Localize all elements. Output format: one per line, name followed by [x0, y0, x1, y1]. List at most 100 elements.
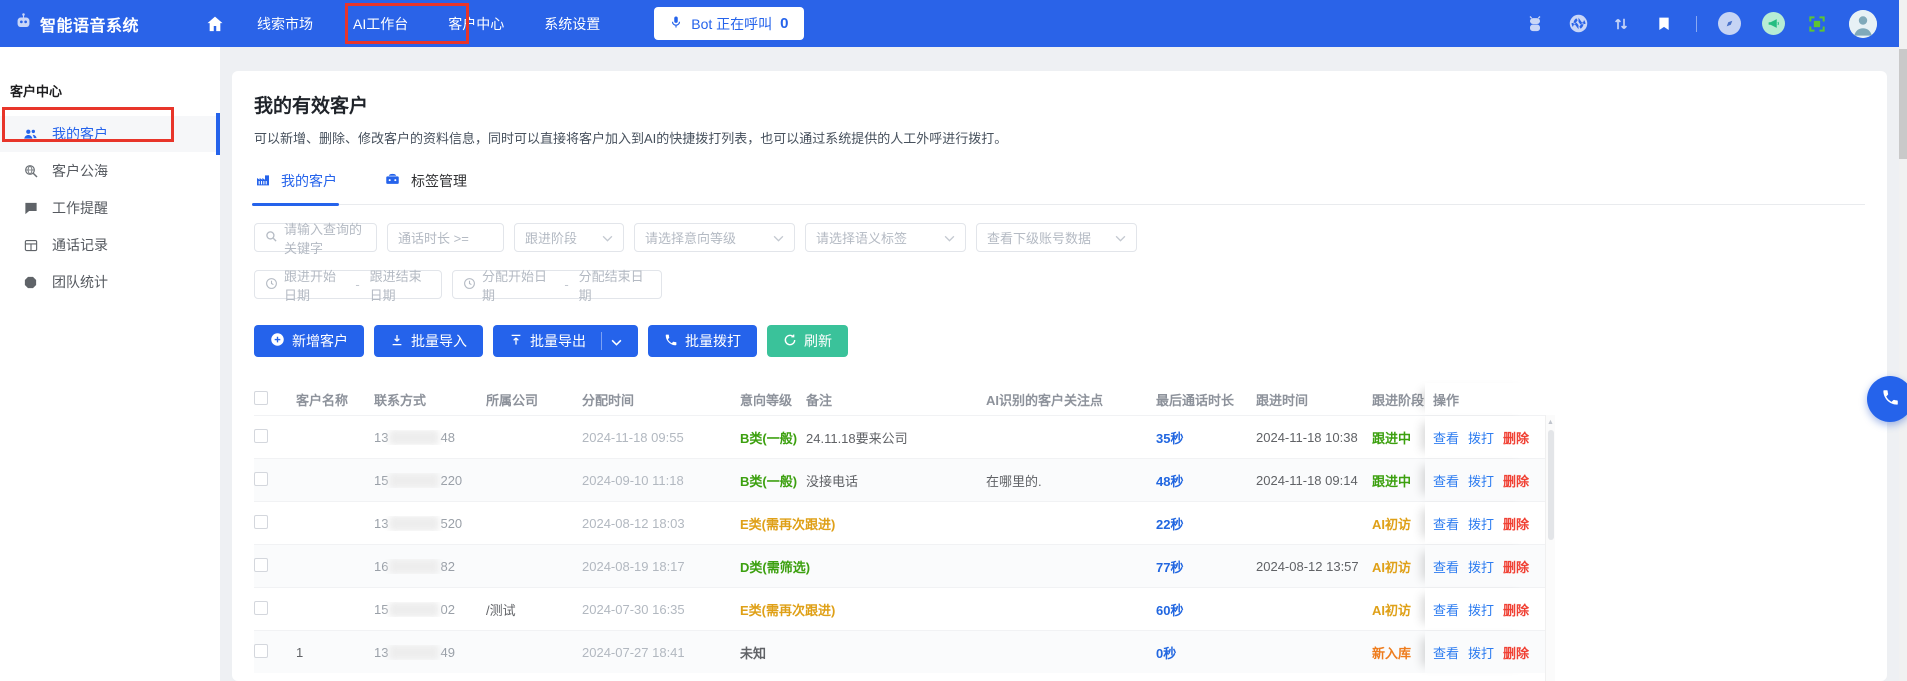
call-duration-link[interactable]: 77秒: [1156, 560, 1183, 575]
call-link[interactable]: 拨打: [1468, 514, 1494, 533]
tab-my-customers[interactable]: 我的客户: [254, 171, 337, 204]
view-link[interactable]: 查看: [1433, 600, 1459, 619]
view-link[interactable]: 查看: [1433, 428, 1459, 447]
follow-end-placeholder: 跟进结束日期: [370, 266, 431, 304]
delete-link[interactable]: 删除: [1503, 428, 1529, 447]
table-scrollbar[interactable]: ▲: [1545, 415, 1555, 681]
sidebar-header: 客户中心: [0, 47, 220, 116]
cell-note: 没接电话: [806, 471, 986, 490]
cell-follow-time: 2024-08-12 13:57: [1256, 559, 1372, 574]
sidebar-item-call-records[interactable]: 通话记录: [0, 227, 220, 263]
assign-date-range-picker[interactable]: 分配开始日期 - 分配结束日期: [452, 270, 662, 299]
robot-icon[interactable]: [1524, 13, 1546, 35]
nav-ai-workbench[interactable]: AI工作台: [333, 0, 428, 47]
user-avatar[interactable]: [1849, 10, 1877, 38]
row-checkbox[interactable]: [254, 558, 268, 572]
floating-call-button[interactable]: [1867, 376, 1907, 422]
call-duration-input[interactable]: 通话时长 >=: [387, 223, 504, 252]
semantic-tag-select[interactable]: 请选择语义标签: [805, 223, 966, 252]
cell-assigned-time: 2024-09-10 11:18: [582, 473, 740, 488]
row-checkbox[interactable]: [254, 644, 268, 658]
sidebar-item-label: 工作提醒: [52, 198, 108, 218]
intent-level-badge: B类(一般): [740, 474, 797, 489]
subaccount-data-select[interactable]: 查看下级账号数据: [976, 223, 1137, 252]
cell-name: 1: [296, 645, 374, 660]
nav-customer-center[interactable]: 客户中心: [428, 0, 524, 47]
delete-link[interactable]: 删除: [1503, 600, 1529, 619]
tab-bar: 我的客户 标签管理: [254, 171, 1865, 205]
megaphone-icon[interactable]: [1762, 12, 1785, 35]
button-divider: [601, 332, 602, 350]
view-link[interactable]: 查看: [1433, 557, 1459, 576]
compass-icon[interactable]: [1718, 12, 1741, 35]
cell-phone: 15220: [374, 473, 486, 488]
scrollbar-up-arrow[interactable]: ▲: [1546, 415, 1555, 426]
keyword-search-input[interactable]: 请输入查询的关键字: [254, 223, 377, 252]
select-all-checkbox[interactable]: [254, 391, 268, 405]
cell-phone: 1682: [374, 559, 486, 574]
delete-link[interactable]: 删除: [1503, 643, 1529, 662]
sidebar-item-work-reminder[interactable]: 工作提醒: [0, 190, 220, 226]
view-link[interactable]: 查看: [1433, 471, 1459, 490]
view-link[interactable]: 查看: [1433, 643, 1459, 662]
fullscreen-icon[interactable]: [1806, 13, 1828, 35]
follow-stage-select[interactable]: 跟进阶段: [514, 223, 624, 252]
bot-calling-button[interactable]: Bot 正在呼叫 0: [654, 7, 803, 40]
intent-level-badge: B类(一般): [740, 431, 797, 446]
call-link[interactable]: 拨打: [1468, 471, 1494, 490]
sidebar-item-team-stats[interactable]: 团队统计: [0, 264, 220, 300]
table-row: 13520 2024-08-12 18:03 E类(需再次跟进) 22秒 AI初…: [254, 501, 1545, 544]
topbar: 智能语音系统 线索市场 AI工作台 客户中心 系统设置 Bot 正在呼叫 0: [0, 0, 1907, 47]
cell-assigned-time: 2024-08-19 18:17: [582, 559, 740, 574]
nav-leads-market[interactable]: 线索市场: [237, 0, 333, 47]
content-card: 我的有效客户 可以新增、删除、修改客户的资料信息，同时可以直接将客户加入到AI的…: [232, 71, 1887, 681]
row-checkbox[interactable]: [254, 515, 268, 529]
aperture-icon[interactable]: [1567, 13, 1589, 35]
row-checkbox[interactable]: [254, 429, 268, 443]
row-checkbox[interactable]: [254, 601, 268, 615]
filter-row-1: 请输入查询的关键字 通话时长 >= 跟进阶段 请选择意向等级 请选择语义标签: [254, 223, 1865, 252]
app-logo[interactable]: 智能语音系统: [14, 12, 139, 36]
intent-level-badge: E类(需再次跟进): [740, 517, 835, 532]
view-link[interactable]: 查看: [1433, 514, 1459, 533]
chevron-down-icon[interactable]: [611, 333, 622, 349]
bookmark-icon[interactable]: [1653, 13, 1675, 35]
batch-import-button[interactable]: 批量导入: [374, 325, 483, 357]
chevron-down-icon: [1115, 230, 1126, 245]
home-icon[interactable]: [205, 14, 225, 34]
delete-link[interactable]: 删除: [1503, 514, 1529, 533]
clock-icon: [265, 277, 278, 293]
col-phone: 联系方式: [374, 390, 486, 409]
call-duration-link[interactable]: 35秒: [1156, 431, 1183, 446]
col-follow-time: 跟进时间: [1256, 390, 1372, 409]
follow-date-range-picker[interactable]: 跟进开始日期 - 跟进结束日期: [254, 270, 442, 299]
browser-scrollbar[interactable]: [1899, 0, 1907, 681]
call-duration-link[interactable]: 60秒: [1156, 603, 1183, 618]
refresh-button[interactable]: 刷新: [767, 325, 848, 357]
sidebar-item-label: 客户公海: [52, 161, 108, 181]
batch-export-button[interactable]: 批量导出: [493, 325, 638, 357]
row-checkbox[interactable]: [254, 472, 268, 486]
sort-arrows-icon[interactable]: [1610, 13, 1632, 35]
call-link[interactable]: 拨打: [1468, 600, 1494, 619]
scrollbar-thumb[interactable]: [1548, 430, 1554, 540]
sidebar-item-my-customers[interactable]: 我的客户: [0, 116, 220, 152]
call-link[interactable]: 拨打: [1468, 643, 1494, 662]
cell-assigned-time: 2024-08-12 18:03: [582, 516, 740, 531]
nav-system-settings[interactable]: 系统设置: [524, 0, 620, 47]
table-row: 1502 /测试 2024-07-30 16:35 E类(需再次跟进) 60秒 …: [254, 587, 1545, 630]
batch-call-button[interactable]: 批量拨打: [648, 325, 757, 357]
download-icon: [390, 333, 404, 350]
call-link[interactable]: 拨打: [1468, 557, 1494, 576]
call-duration-link[interactable]: 48秒: [1156, 474, 1183, 489]
tab-tag-management[interactable]: 标签管理: [383, 171, 467, 204]
call-link[interactable]: 拨打: [1468, 428, 1494, 447]
call-duration-link[interactable]: 0秒: [1156, 646, 1176, 661]
sidebar-item-public-pool[interactable]: 客户公海: [0, 153, 220, 189]
call-duration-link[interactable]: 22秒: [1156, 517, 1183, 532]
browser-scrollbar-thumb[interactable]: [1899, 49, 1907, 159]
delete-link[interactable]: 删除: [1503, 557, 1529, 576]
intent-level-select[interactable]: 请选择意向等级: [634, 223, 795, 252]
delete-link[interactable]: 删除: [1503, 471, 1529, 490]
add-customer-button[interactable]: 新增客户: [254, 325, 364, 357]
